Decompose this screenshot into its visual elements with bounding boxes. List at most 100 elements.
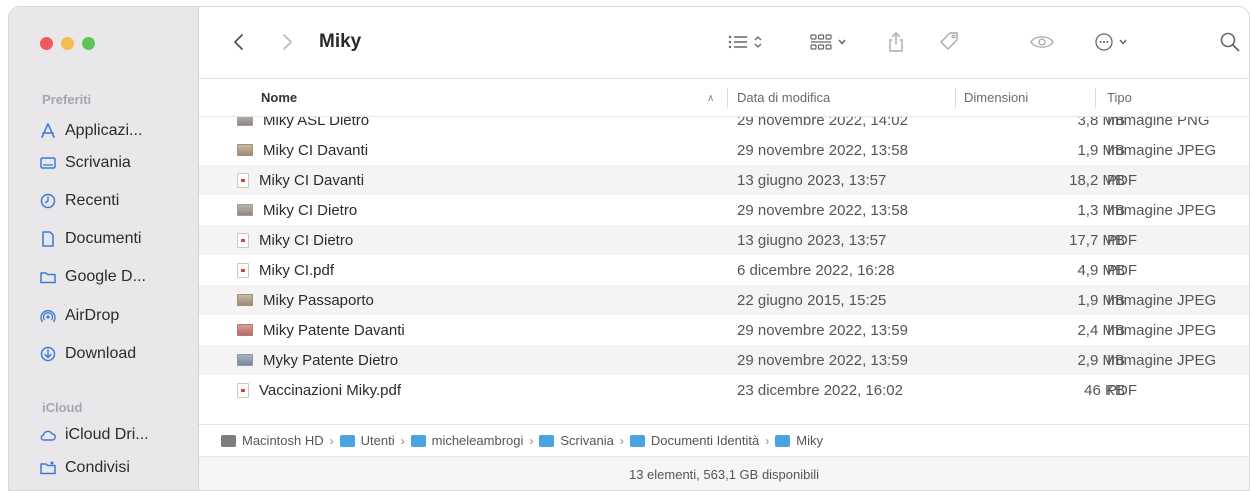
sidebar-item-recents[interactable]: Recenti <box>39 187 197 215</box>
table-row[interactable]: Miky CI Dietro 29 novembre 2022, 13:58 1… <box>199 195 1249 225</box>
file-type: Immagine PNG <box>1107 117 1210 129</box>
column-separator[interactable] <box>1095 88 1096 108</box>
file-date: 29 novembre 2022, 14:02 <box>737 117 908 129</box>
cloud-icon <box>39 426 57 444</box>
close-button[interactable] <box>40 37 53 50</box>
file-type: Immagine JPEG <box>1107 321 1217 339</box>
forward-button[interactable] <box>275 27 299 57</box>
file-type: Immagine JPEG <box>1107 201 1217 219</box>
file-date: 29 novembre 2022, 13:58 <box>737 141 908 159</box>
file-size: 46 KB <box>1084 381 1125 399</box>
table-row[interactable]: Vaccinazioni Miky.pdf 23 dicembre 2022, … <box>199 375 1249 405</box>
path-item-desktop[interactable]: Scrivania <box>539 433 614 448</box>
path-label: Macintosh HD <box>242 433 324 448</box>
path-item-documenti-identita[interactable]: Documenti Identità <box>629 433 759 448</box>
chevron-down-icon <box>1119 39 1127 45</box>
sidebar-item-label: Recenti <box>65 192 120 209</box>
sidebar-item-desktop[interactable]: Scrivania <box>39 149 197 177</box>
table-row[interactable]: Miky CI Davanti 13 giugno 2023, 13:57 18… <box>199 165 1249 195</box>
desktop-icon <box>39 154 57 172</box>
file-size: 18,2 MB <box>1069 171 1125 189</box>
applications-icon <box>39 122 57 140</box>
chevron-down-icon <box>838 39 846 45</box>
sidebar-section-favorites: Preferiti <box>42 92 92 107</box>
back-button[interactable] <box>227 27 251 57</box>
sidebar-item-google-drive[interactable]: Google D... <box>39 263 197 291</box>
hard-drive-icon <box>221 434 236 447</box>
file-size: 17,7 MB <box>1069 231 1125 249</box>
file-name: Miky CI Davanti <box>259 171 365 189</box>
image-file-icon <box>237 144 253 156</box>
table-row[interactable]: Miky ASL Dietro 29 novembre 2022, 14:02 … <box>199 117 1249 135</box>
minimize-button[interactable] <box>61 37 74 50</box>
column-header: Nome ∧ Data di modifica Dimensioni Tipo <box>199 79 1249 117</box>
column-date[interactable]: Data di modifica <box>737 79 830 116</box>
sidebar-item-label: Google D... <box>65 268 146 285</box>
path-item-macintosh-hd[interactable]: Macintosh HD <box>221 433 324 448</box>
sidebar-item-airdrop[interactable]: AirDrop <box>39 302 197 330</box>
share-button[interactable] <box>887 25 905 59</box>
tag-button[interactable] <box>937 25 961 59</box>
column-size[interactable]: Dimensioni <box>964 79 1028 116</box>
path-label: micheleambrogi <box>431 433 524 448</box>
image-file-icon <box>237 204 253 216</box>
table-row[interactable]: Miky CI Davanti 29 novembre 2022, 13:58 … <box>199 135 1249 165</box>
path-bar: Macintosh HD › Utenti › micheleambrogi ›… <box>199 424 1249 456</box>
pdf-file-icon <box>237 172 249 188</box>
path-item-home[interactable]: micheleambrogi <box>410 433 524 448</box>
file-size: 2,9 MB <box>1077 351 1125 369</box>
sidebar-item-documents[interactable]: Documenti <box>39 225 197 253</box>
quick-look-button[interactable] <box>1029 25 1055 59</box>
file-size: 1,9 MB <box>1077 291 1125 309</box>
table-row[interactable]: Miky Passaporto 22 giugno 2015, 15:25 1,… <box>199 285 1249 315</box>
table-row[interactable]: Miky Patente Davanti 29 novembre 2022, 1… <box>199 315 1249 345</box>
tag-icon <box>940 32 958 50</box>
path-label: Utenti <box>360 433 395 448</box>
table-row[interactable]: Miky CI.pdf 6 dicembre 2022, 16:28 4,9 M… <box>199 255 1249 285</box>
file-date: 29 novembre 2022, 13:59 <box>737 321 908 339</box>
file-date: 13 giugno 2023, 13:57 <box>737 231 887 249</box>
sidebar-item-label: Applicazi... <box>65 122 143 139</box>
table-row[interactable]: Myky Patente Dietro 29 novembre 2022, 13… <box>199 345 1249 375</box>
sidebar-item-label: Download <box>65 345 137 362</box>
file-type: Immagine JPEG <box>1107 351 1217 369</box>
image-file-icon <box>237 324 253 336</box>
folder-icon <box>775 434 791 447</box>
column-type[interactable]: Tipo <box>1107 79 1132 116</box>
table-row[interactable]: Miky CI Dietro 13 giugno 2023, 13:57 17,… <box>199 225 1249 255</box>
eye-icon <box>1030 36 1054 48</box>
file-type: PDF <box>1107 381 1137 399</box>
chevron-right-icon: › <box>329 433 334 448</box>
chevron-right-icon <box>283 34 292 50</box>
path-label: Miky <box>796 433 823 448</box>
file-date: 23 dicembre 2022, 16:02 <box>737 381 903 399</box>
file-size: 3,8 MB <box>1077 117 1125 129</box>
file-type: PDF <box>1107 171 1137 189</box>
sidebar-item-label: iCloud Dri... <box>65 426 149 443</box>
file-size: 1,9 MB <box>1077 141 1125 159</box>
window-controls <box>40 37 95 50</box>
list-view-button[interactable] <box>727 25 763 59</box>
zoom-button[interactable] <box>82 37 95 50</box>
pdf-file-icon <box>237 232 249 248</box>
column-name[interactable]: Nome <box>261 79 297 116</box>
file-type: Immagine JPEG <box>1107 141 1217 159</box>
path-item-users[interactable]: Utenti <box>339 433 395 448</box>
sidebar-item-shared[interactable]: Condivisi <box>39 454 197 482</box>
file-size: 2,4 MB <box>1077 321 1125 339</box>
search-icon <box>1220 32 1240 52</box>
sidebar-item-icloud-drive[interactable]: iCloud Dri... <box>39 421 197 449</box>
file-date: 29 novembre 2022, 13:58 <box>737 201 908 219</box>
search-button[interactable] <box>1219 25 1241 59</box>
sidebar-item-applications[interactable]: Applicazi... <box>39 117 197 145</box>
pdf-file-icon <box>237 262 249 278</box>
pdf-file-icon <box>237 382 249 398</box>
sidebar-item-label: AirDrop <box>65 307 120 324</box>
sidebar-item-label: Documenti <box>65 230 142 247</box>
path-item-miky[interactable]: Miky <box>775 433 823 448</box>
sidebar-item-download[interactable]: Download <box>39 340 197 368</box>
column-separator[interactable] <box>727 88 728 108</box>
column-separator[interactable] <box>955 88 956 108</box>
more-actions-button[interactable] <box>1094 25 1128 59</box>
group-button[interactable] <box>809 25 847 59</box>
